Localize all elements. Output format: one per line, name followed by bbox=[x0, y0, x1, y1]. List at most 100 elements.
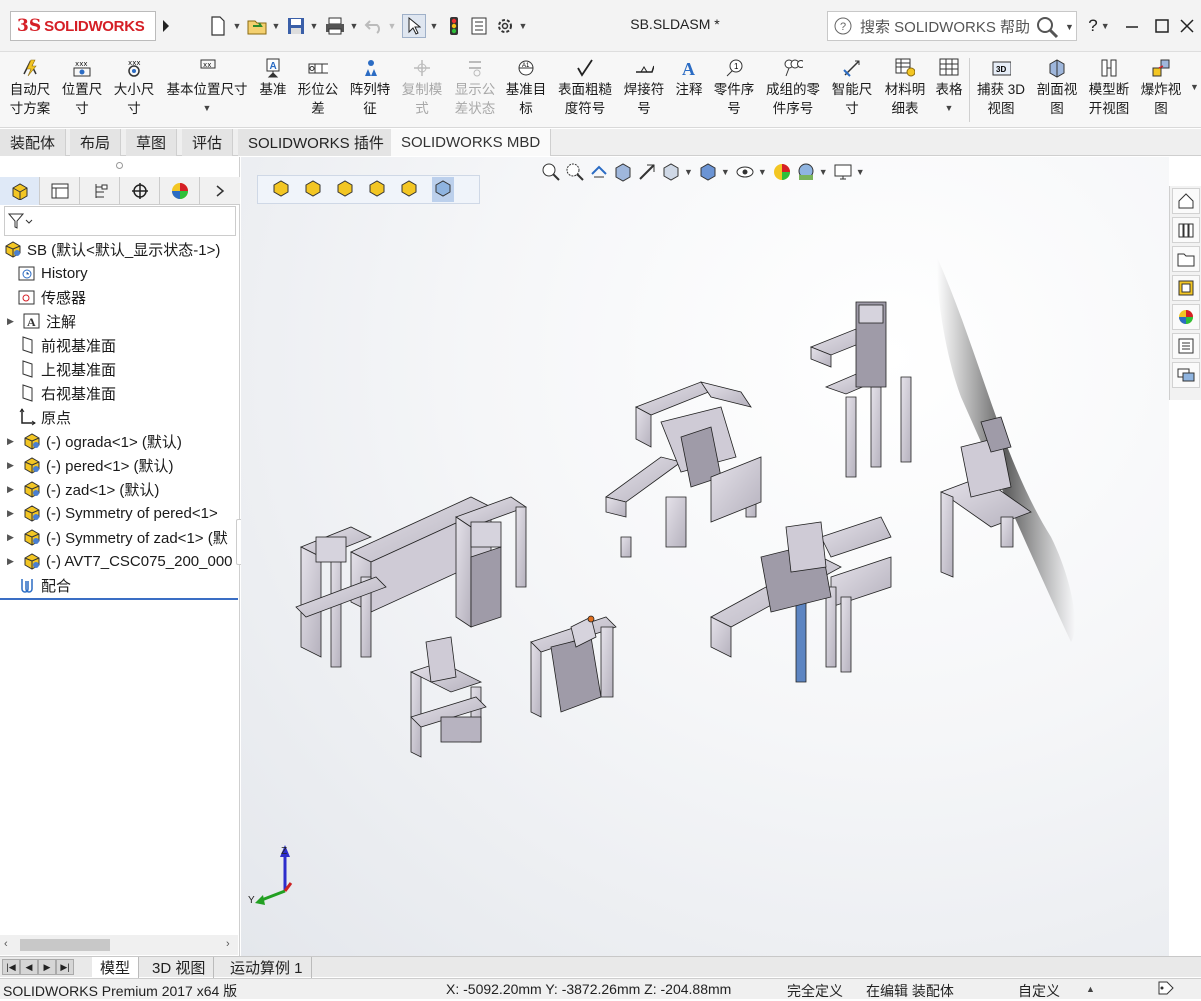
table-button[interactable]: 表格 ▼ bbox=[932, 58, 966, 118]
note-button[interactable]: A 注释 bbox=[671, 58, 707, 99]
options-dropdown-icon[interactable]: ▼ bbox=[517, 14, 529, 38]
expand-arrow-icon[interactable]: ▶ bbox=[7, 532, 17, 543]
command-dropdown-icon[interactable]: ▼ bbox=[203, 99, 212, 118]
menu-expand-icon[interactable] bbox=[158, 14, 174, 38]
tree-item-right-plane[interactable]: 右视基准面 bbox=[18, 381, 116, 405]
edit-appearance-icon[interactable] bbox=[771, 161, 793, 183]
tree-item-avt7[interactable]: ▶ (-) AVT7_CSC075_200_000 bbox=[0, 549, 233, 573]
size-dimension-button[interactable]: xxx 大小尺 寸 bbox=[109, 58, 159, 118]
rebuild-traffic-light-icon[interactable] bbox=[444, 14, 464, 38]
assembly-model-render[interactable] bbox=[241, 157, 1169, 956]
dimxpert-manager-tab-icon[interactable] bbox=[120, 177, 160, 205]
display-style-dropdown-icon[interactable]: ▼ bbox=[721, 167, 730, 177]
save-icon[interactable] bbox=[284, 14, 308, 38]
tree-item-annotations[interactable]: ▶ A 注解 bbox=[0, 309, 76, 333]
maximize-icon[interactable] bbox=[1150, 14, 1174, 38]
select-pointer-icon[interactable] bbox=[402, 14, 426, 38]
view-orientation-icon[interactable] bbox=[660, 161, 682, 183]
manager-tabs-more-icon[interactable] bbox=[200, 177, 240, 205]
print-dropdown-icon[interactable]: ▼ bbox=[348, 14, 360, 38]
dynamic-annotation-icon[interactable] bbox=[636, 161, 658, 183]
expand-arrow-icon[interactable]: ▶ bbox=[7, 556, 17, 567]
selection-breadcrumb[interactable] bbox=[257, 175, 480, 204]
tab-assembly[interactable]: 装配体 bbox=[0, 129, 67, 156]
section-view-button[interactable]: 剖面视 图 bbox=[1033, 58, 1081, 118]
view-settings-monitor-icon[interactable] bbox=[832, 161, 854, 183]
open-dropdown-icon[interactable]: ▼ bbox=[270, 14, 282, 38]
select-dropdown-icon[interactable]: ▼ bbox=[428, 14, 440, 38]
capture-3d-view-button[interactable]: 3D 捕获 3D 视图 bbox=[973, 58, 1029, 118]
new-document-icon[interactable] bbox=[205, 14, 231, 38]
balloon-button[interactable]: 1 零件序 号 bbox=[709, 58, 759, 118]
help-dropdown-icon[interactable]: ▼ bbox=[1101, 21, 1110, 31]
search-icon[interactable] bbox=[1035, 15, 1059, 42]
copy-scheme-button[interactable]: 复制模 式 bbox=[397, 58, 447, 118]
close-icon[interactable] bbox=[1175, 14, 1199, 38]
tree-item-origin[interactable]: 原点 bbox=[18, 405, 71, 429]
scroll-left-icon[interactable]: ‹ bbox=[4, 938, 8, 950]
print-icon[interactable] bbox=[322, 14, 348, 38]
tree-item-ograda[interactable]: ▶ (-) ograda<1> (默认) bbox=[0, 429, 182, 453]
scene-dropdown-icon[interactable]: ▼ bbox=[819, 167, 828, 177]
model-break-view-button[interactable]: 模型断 开视图 bbox=[1084, 58, 1134, 118]
tree-item-history[interactable]: History bbox=[18, 261, 88, 285]
feature-manager-tab-icon[interactable] bbox=[0, 177, 40, 205]
configuration-manager-tab-icon[interactable] bbox=[80, 177, 120, 205]
datum-button[interactable]: A 基准 bbox=[256, 58, 290, 99]
first-tab-icon[interactable]: |◀ bbox=[2, 959, 20, 975]
tab-motion-study[interactable]: 运动算例 1 bbox=[222, 957, 312, 978]
location-dimension-button[interactable]: xxx 位置尺 寸 bbox=[57, 58, 107, 118]
hide-show-items-icon[interactable] bbox=[734, 161, 756, 183]
zoom-to-fit-icon[interactable] bbox=[540, 161, 562, 183]
previous-view-icon[interactable] bbox=[588, 161, 610, 183]
expand-arrow-icon[interactable]: ▶ bbox=[7, 460, 17, 471]
new-dropdown-icon[interactable]: ▼ bbox=[231, 14, 243, 38]
tree-item-sensors[interactable]: 传感器 bbox=[18, 285, 86, 309]
command-dropdown-icon[interactable]: ▼ bbox=[945, 99, 954, 118]
hide-show-dropdown-icon[interactable]: ▼ bbox=[758, 167, 767, 177]
rollback-bar[interactable] bbox=[0, 598, 238, 600]
pattern-feature-button[interactable]: 阵列特 征 bbox=[345, 58, 395, 118]
unit-system-dropdown-icon[interactable]: ▲ bbox=[1086, 984, 1095, 994]
expand-arrow-icon[interactable]: ▶ bbox=[7, 436, 17, 447]
appearances-scenes-icon[interactable] bbox=[1172, 304, 1200, 330]
tree-item-zad[interactable]: ▶ (-) zad<1> (默认) bbox=[0, 477, 159, 501]
search-help-box[interactable]: ? 搜索 SOLIDWORKS 帮助 ▼ bbox=[827, 11, 1077, 41]
open-document-icon[interactable] bbox=[246, 14, 270, 38]
undo-dropdown-icon[interactable]: ▼ bbox=[386, 14, 398, 38]
breadcrumb-assembly-icon[interactable] bbox=[304, 179, 322, 200]
unit-system[interactable]: 自定义 bbox=[1018, 981, 1060, 1001]
tab-sketch[interactable]: 草图 bbox=[126, 129, 178, 156]
tab-solidworks-mbd[interactable]: SOLIDWORKS MBD bbox=[391, 129, 552, 156]
tab-evaluate[interactable]: 评估 bbox=[182, 129, 234, 156]
stacked-balloon-button[interactable]: 成组的零 件序号 bbox=[761, 58, 825, 118]
save-dropdown-icon[interactable]: ▼ bbox=[308, 14, 320, 38]
next-tab-icon[interactable]: ▶ bbox=[38, 959, 56, 975]
command-overflow-icon[interactable]: ▼ bbox=[1190, 82, 1199, 92]
view-palette-icon[interactable] bbox=[1172, 275, 1200, 301]
expand-arrow-icon[interactable]: ▶ bbox=[7, 316, 17, 327]
minimize-icon[interactable] bbox=[1120, 14, 1144, 38]
surface-finish-button[interactable]: 表面粗糙 度符号 bbox=[553, 58, 617, 118]
filter-funnel-icon[interactable] bbox=[7, 212, 34, 233]
horizontal-scrollbar[interactable]: ‹ › bbox=[0, 935, 238, 955]
undo-icon[interactable] bbox=[362, 14, 386, 38]
graphics-area[interactable]: Z Y bbox=[241, 157, 1169, 956]
exploded-view-button[interactable]: 爆炸视 图 bbox=[1137, 58, 1185, 118]
tolerance-status-button[interactable]: 显示公 差状态 bbox=[449, 58, 501, 118]
tree-item-top-plane[interactable]: 上视基准面 bbox=[18, 357, 116, 381]
options-gear-icon[interactable] bbox=[494, 14, 516, 38]
last-tab-icon[interactable]: ▶| bbox=[56, 959, 74, 975]
scroll-right-icon[interactable]: › bbox=[226, 938, 230, 950]
display-style-icon[interactable] bbox=[697, 161, 719, 183]
view-settings-dropdown-icon[interactable]: ▼ bbox=[856, 167, 865, 177]
custom-properties-icon[interactable] bbox=[1172, 333, 1200, 359]
breadcrumb-assembly-icon[interactable] bbox=[336, 179, 354, 200]
apply-scene-icon[interactable] bbox=[795, 161, 817, 183]
expand-arrow-icon[interactable]: ▶ bbox=[7, 508, 17, 519]
breadcrumb-assembly-icon[interactable] bbox=[272, 179, 290, 200]
file-explorer-icon[interactable] bbox=[1172, 246, 1200, 272]
expand-arrow-icon[interactable]: ▶ bbox=[7, 484, 17, 495]
geometric-tolerance-button[interactable]: 形位公 差 bbox=[293, 58, 343, 118]
tree-item-symmetry-zad[interactable]: ▶ (-) Symmetry of zad<1> (默 bbox=[0, 525, 228, 549]
